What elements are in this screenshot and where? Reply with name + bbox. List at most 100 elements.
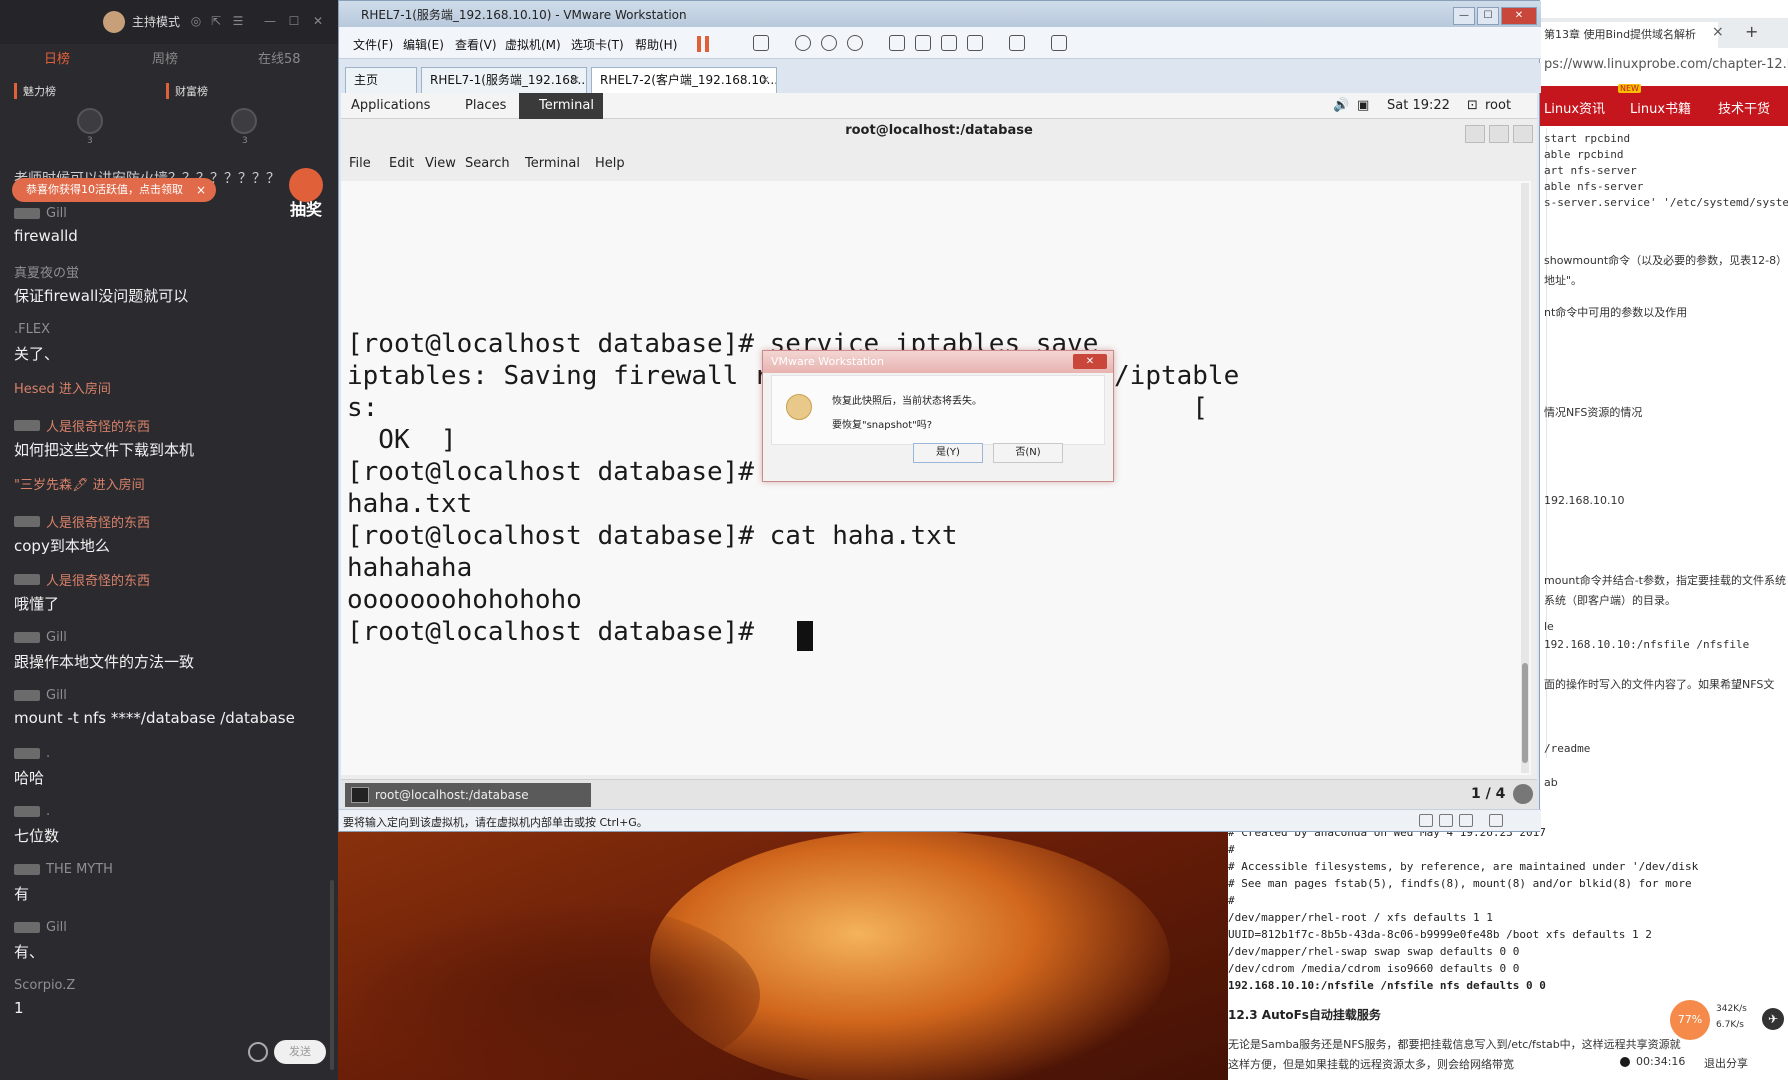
library-icon[interactable] <box>889 35 905 51</box>
chat-message-author[interactable]: "三岁先森🖋 进入房间 <box>14 474 314 493</box>
chat-message-author[interactable]: Hesed 进入房间 <box>14 378 314 397</box>
chat-message-author[interactable]: Gill <box>14 918 314 936</box>
unity-icon[interactable] <box>967 35 983 51</box>
terminal-menu-search[interactable]: Search <box>465 156 510 171</box>
maximize-button[interactable]: ☐ <box>1477 7 1499 25</box>
network-adapter-icon[interactable] <box>1459 814 1473 827</box>
tab-rhel7-1[interactable]: RHEL7-1(服务端_192.168.... × <box>421 67 587 93</box>
stretch-icon[interactable] <box>1051 35 1067 51</box>
nav-linux-books[interactable]: Linux书籍 <box>1630 98 1691 117</box>
user-menu[interactable]: root <box>1485 98 1511 113</box>
gift-banner[interactable]: 恭喜你获得10活跃值，点击领取 × <box>12 178 216 202</box>
exit-share-button[interactable]: 退出分享 <box>1704 1055 1748 1071</box>
tab-weekly-rank[interactable]: 周榜 <box>152 48 178 67</box>
terminal-scrollbar[interactable] <box>1521 183 1529 773</box>
tab-daily-rank[interactable]: 日榜 <box>44 48 70 67</box>
tab-rhel7-2[interactable]: RHEL7-2(客户端_192.168.10... × <box>591 67 777 93</box>
console-icon[interactable] <box>1009 35 1025 51</box>
tab-home[interactable]: 主页 <box>345 67 417 93</box>
menu-help[interactable]: 帮助(H) <box>635 36 677 53</box>
chat-message-author[interactable]: 人是很奇怪的东西 <box>14 416 314 435</box>
chat-message-author[interactable]: . <box>14 802 314 820</box>
network-speed-widget[interactable]: 77% 342K/s 6.7K/s ✈ <box>1668 1000 1786 1040</box>
thumbnail-icon[interactable] <box>915 35 931 51</box>
chat-message-author[interactable]: 人是很奇怪的东西 <box>14 512 314 531</box>
scrollbar-thumb[interactable] <box>1522 663 1528 763</box>
host-avatar[interactable] <box>103 11 125 33</box>
terminal-menu-edit[interactable]: Edit <box>389 156 414 171</box>
chat-message-author[interactable]: .FLEX <box>14 320 314 338</box>
menu-vm[interactable]: 虚拟机(M) <box>505 36 561 53</box>
chat-message-author[interactable]: Gill <box>14 204 314 222</box>
clock[interactable]: Sat 19:22 <box>1387 98 1450 113</box>
yes-button[interactable]: 是(Y) <box>913 443 983 463</box>
send-ctrl-alt-del-icon[interactable] <box>753 35 769 51</box>
rocket-icon[interactable]: ✈ <box>1762 1008 1784 1030</box>
wealth-rank-tab[interactable]: 财富榜 <box>166 83 208 99</box>
chat-message-author[interactable]: Gill <box>14 628 314 646</box>
cdrom-icon[interactable] <box>1439 814 1453 827</box>
terminal-menu-view[interactable]: View <box>425 156 456 171</box>
gift-close-icon[interactable]: × <box>196 178 206 202</box>
tab-close-icon[interactable]: × <box>571 68 580 92</box>
dialog-close-button[interactable]: ✕ <box>1073 354 1107 369</box>
nav-tech-tips[interactable]: 技术干货 <box>1718 98 1770 117</box>
menu-edit[interactable]: 编辑(E) <box>403 36 444 53</box>
snapshot-manager-icon[interactable] <box>847 35 863 51</box>
minimize-button[interactable]: — <box>1453 7 1475 25</box>
close-icon[interactable]: ✕ <box>310 13 326 29</box>
menu-icon[interactable]: ☰ <box>230 13 246 29</box>
chat-message-author[interactable]: Gill <box>14 686 314 704</box>
chat-message-author[interactable]: Scorpio.Z <box>14 976 314 994</box>
emoji-icon[interactable] <box>248 1042 268 1062</box>
close-button[interactable]: ✕ <box>1501 7 1537 25</box>
menu-file[interactable]: 文件(F) <box>353 36 393 53</box>
menu-view[interactable]: 查看(V) <box>455 36 497 53</box>
address-bar[interactable]: ps://www.linuxprobe.com/chapter-12.h <box>1540 52 1788 78</box>
hdd-icon[interactable] <box>1419 814 1433 827</box>
revert-snapshot-icon[interactable] <box>821 35 837 51</box>
chat-message-author[interactable]: 人是很奇怪的东西 <box>14 570 314 589</box>
tab-close-icon[interactable]: × <box>761 68 770 92</box>
user-icon[interactable]: ⊡ <box>1467 98 1478 113</box>
no-button[interactable]: 否(N) <box>993 443 1063 463</box>
terminal-taskbar-button[interactable]: Terminal <box>519 93 603 119</box>
pause-icon[interactable] <box>697 36 709 52</box>
network-icon[interactable]: ▣ <box>1357 98 1369 113</box>
vmware-titlebar[interactable]: RHEL7-1(服务端_192.168.10.10) - VMware Work… <box>339 1 1541 27</box>
applications-menu[interactable]: Applications <box>351 98 430 113</box>
new-tab-button[interactable]: + <box>1745 22 1758 41</box>
terminal-close-button[interactable] <box>1513 125 1533 143</box>
charm-rank-tab[interactable]: 魅力榜 <box>14 83 56 99</box>
send-button[interactable]: 发送 <box>274 1040 326 1064</box>
places-menu[interactable]: Places <box>465 98 506 113</box>
terminal-menu-file[interactable]: File <box>349 156 371 171</box>
terminal-minimize-button[interactable] <box>1465 125 1485 143</box>
tab-close-icon[interactable]: × <box>1712 24 1724 40</box>
nav-linux-news[interactable]: Linux资讯 <box>1544 98 1605 117</box>
volume-icon[interactable]: 🔊 <box>1333 98 1349 113</box>
message-icon[interactable] <box>1489 814 1503 827</box>
workspace-icon[interactable] <box>1513 784 1533 804</box>
chat-scrollbar[interactable] <box>330 880 334 1070</box>
terminal-maximize-button[interactable] <box>1489 125 1509 143</box>
popout-icon[interactable]: ⇱ <box>208 13 224 29</box>
rank-avatar[interactable] <box>231 108 257 134</box>
guest-window-button[interactable]: root@localhost:/database <box>345 783 591 807</box>
chat-message-author[interactable]: THE MYTH <box>14 860 314 878</box>
snapshot-icon[interactable] <box>795 35 811 51</box>
menu-tabs[interactable]: 选项卡(T) <box>571 36 624 53</box>
fullscreen-icon[interactable] <box>941 35 957 51</box>
terminal-menu-terminal[interactable]: Terminal <box>525 156 580 171</box>
settings-icon[interactable]: ◎ <box>188 13 204 29</box>
maximize-icon[interactable]: ☐ <box>286 13 302 29</box>
chat-message-author[interactable]: . <box>14 744 314 762</box>
terminal-menu-help[interactable]: Help <box>595 156 625 171</box>
tab-online[interactable]: 在线58 <box>258 48 301 67</box>
rank-avatar[interactable] <box>77 108 103 134</box>
minimize-icon[interactable]: — <box>262 13 278 29</box>
dialog-titlebar[interactable]: VMware Workstation ✕ <box>763 351 1113 373</box>
workspace-pager[interactable]: 1 / 4 <box>1471 786 1505 802</box>
browser-tab[interactable]: 第13章 使用Bind提供域名解析 <box>1540 22 1718 48</box>
chat-message-author[interactable]: 真夏夜の蛍 <box>14 262 314 281</box>
